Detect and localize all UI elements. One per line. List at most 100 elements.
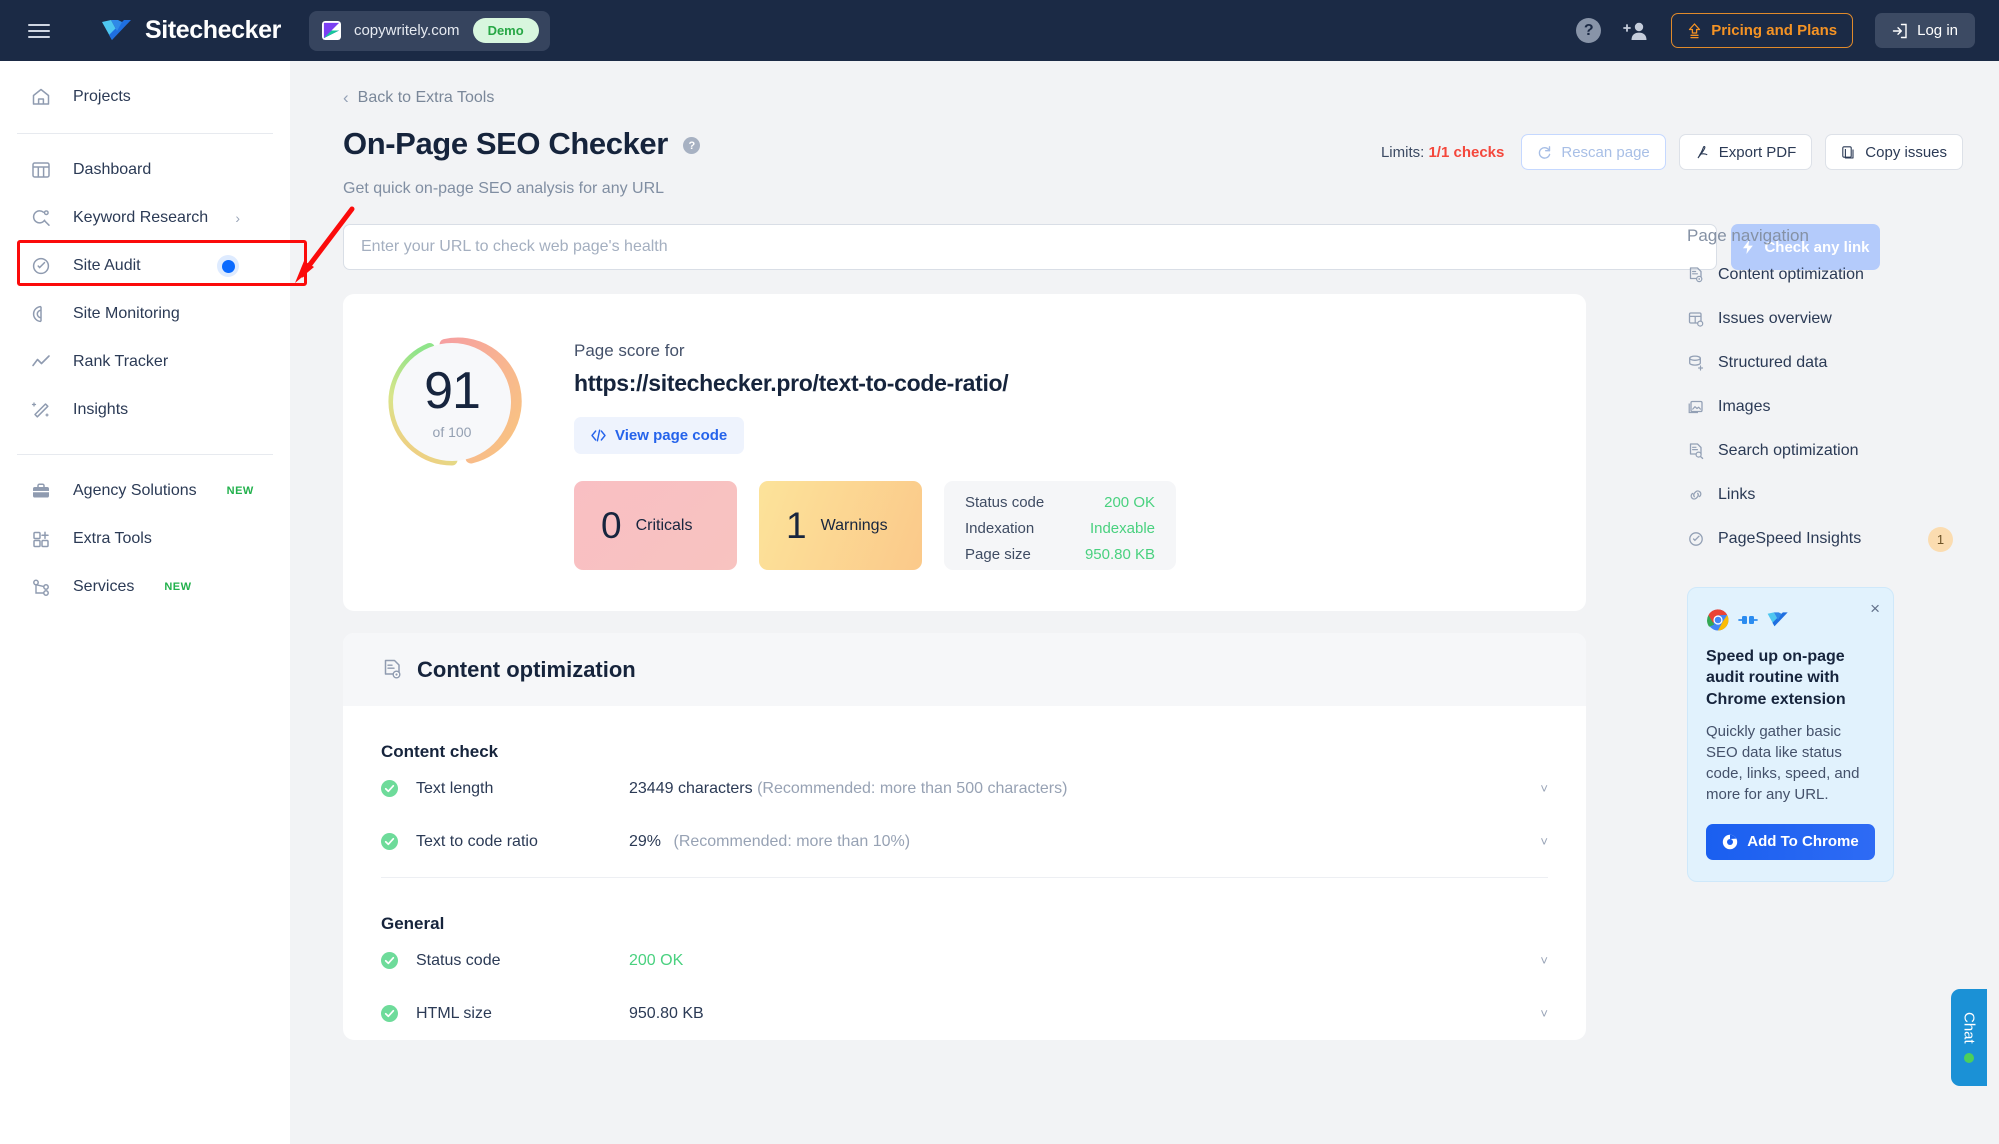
magic-wand-icon [30, 399, 52, 421]
help-icon[interactable]: ? [1576, 18, 1602, 43]
chat-widget-button[interactable]: Chat [1951, 989, 1987, 1086]
score-of-label: of 100 [432, 423, 472, 440]
check-value: 29% (Recommended: more than 10%) [629, 833, 910, 851]
rail-item-content-optimization[interactable]: Content optimization [1687, 260, 1999, 290]
login-label: Log in [1917, 22, 1958, 39]
brand-logo-group[interactable]: Sitechecker [100, 16, 281, 45]
warnings-card[interactable]: 1 Warnings [759, 481, 922, 570]
info-value: 950.80 KB [1084, 546, 1155, 563]
chevron-down-icon[interactable]: ˅ [1540, 781, 1548, 796]
rescan-page-button[interactable]: Rescan page [1521, 134, 1666, 170]
sidebar-item-extra-tools[interactable]: Extra Tools [0, 515, 290, 563]
check-value-note: (Recommended: more than 10%) [673, 832, 911, 850]
site-name: copywritely.com [353, 22, 460, 39]
view-code-label: View page code [615, 427, 728, 444]
sidebar-item-dashboard[interactable]: Dashboard [0, 146, 290, 194]
top-bar: Sitechecker copywritely.com Demo ? Prici… [0, 0, 1999, 61]
new-tag: NEW [164, 581, 192, 593]
apps-plus-icon [30, 528, 52, 550]
sidebar-label: Insights [73, 401, 129, 418]
add-to-chrome-label: Add To Chrome [1747, 833, 1859, 851]
check-value-main: 23449 characters [629, 779, 753, 797]
rail-item-pagespeed-insights[interactable]: PageSpeed Insights 1 [1687, 524, 1999, 554]
rail-item-structured-data[interactable]: Structured data [1687, 348, 1999, 378]
sidebar-item-agency-solutions[interactable]: Agency Solutions NEW [0, 467, 290, 515]
database-icon [1687, 354, 1705, 372]
add-to-chrome-button[interactable]: Add To Chrome [1706, 823, 1875, 860]
doc-search-icon [1687, 442, 1705, 460]
info-key: Status code [965, 494, 1045, 511]
active-indicator-dot [217, 255, 239, 277]
criticals-card[interactable]: 0 Criticals [574, 481, 737, 570]
refresh-icon [1539, 145, 1551, 159]
sidebar-item-keyword-research[interactable]: Keyword Research › [0, 194, 290, 242]
search-input[interactable] [343, 224, 1717, 270]
check-value: 23449 characters (Recommended: more than… [629, 780, 1067, 798]
rail-label: PageSpeed Insights [1718, 530, 1862, 547]
new-tag: NEW [226, 485, 254, 497]
rail-label: Issues overview [1718, 310, 1832, 327]
sidebar-item-site-monitoring[interactable]: Site Monitoring [0, 290, 290, 338]
pricing-label: Pricing and Plans [1711, 22, 1838, 39]
check-row-text-to-code-ratio[interactable]: Text to code ratio 29% (Recommended: mor… [381, 815, 1548, 868]
site-selector-chip[interactable]: copywritely.com Demo [308, 10, 550, 51]
check-row-html-size[interactable]: HTML size 950.80 KB ˅ [381, 987, 1548, 1040]
rail-item-images[interactable]: Images [1687, 392, 1999, 422]
sidebar-item-services[interactable]: Services NEW [0, 563, 290, 611]
sidebar-label: Extra Tools [73, 530, 152, 547]
limits-prefix: Limits: [1380, 143, 1425, 161]
sidebar-item-rank-tracker[interactable]: Rank Tracker [0, 338, 290, 386]
close-icon[interactable]: × [1870, 600, 1880, 617]
chevron-down-icon[interactable]: ˅ [1540, 834, 1548, 849]
sidebar-label: Site Audit [73, 257, 141, 274]
login-button[interactable]: Log in [1875, 13, 1975, 48]
info-row: Status code 200 OK [965, 494, 1155, 511]
sidebar-label: Keyword Research [73, 209, 209, 226]
check-row-text-length[interactable]: Text length 23449 characters (Recommende… [381, 762, 1548, 815]
check-value-main: 29% [629, 832, 662, 850]
scored-url: https://sitechecker.pro/text-to-code-rat… [574, 370, 1009, 396]
sidebar-item-insights[interactable]: Insights [0, 386, 290, 434]
info-row: Page size 950.80 KB [965, 546, 1155, 563]
doc-gear-icon [1687, 266, 1705, 284]
section-header: Content optimization [343, 633, 1586, 706]
content-optimization-section: Content optimization Content check Text … [343, 633, 1586, 1040]
sidebar-item-site-audit[interactable]: Site Audit [0, 242, 290, 290]
view-page-code-button[interactable]: View page code [574, 417, 745, 454]
rail-item-links[interactable]: Links [1687, 480, 1999, 510]
info-value: Indexable [1089, 520, 1155, 537]
page-navigation-rail: Page navigation Content optimization Iss… [1673, 61, 1999, 1144]
image-icon [1687, 398, 1705, 416]
warnings-label: Warnings [820, 516, 888, 534]
rail-label: Structured data [1718, 354, 1828, 371]
rail-label: Images [1718, 398, 1771, 415]
chevron-down-icon[interactable]: ˅ [1540, 1006, 1548, 1021]
promo-description: Quickly gather basic SEO data like statu… [1706, 722, 1860, 803]
chevron-right-icon: › [235, 210, 240, 226]
page-info-box: Status code 200 OK Indexation Indexable … [944, 481, 1176, 570]
layout-issues-icon [1687, 310, 1705, 328]
chat-online-dot [1964, 1052, 1974, 1063]
page-title: On-Page SEO Checker [343, 126, 668, 161]
chevron-down-icon[interactable]: ˅ [1540, 953, 1548, 968]
criticals-label: Criticals [635, 516, 693, 534]
group-title: Content check [381, 742, 499, 761]
rail-item-search-optimization[interactable]: Search optimization [1687, 436, 1999, 466]
title-help-icon[interactable]: ? [683, 137, 701, 155]
pricing-and-plans-button[interactable]: Pricing and Plans [1671, 13, 1854, 48]
rail-item-issues-overview[interactable]: Issues overview [1687, 304, 1999, 334]
code-brackets-icon [591, 429, 606, 442]
sidebar-item-projects[interactable]: Projects [0, 73, 290, 121]
check-row-status-code[interactable]: Status code 200 OK ˅ [381, 934, 1548, 987]
line-chart-icon [30, 351, 52, 373]
check-name: HTML size [416, 1004, 492, 1022]
sitechecker-checkmark-icon [1767, 612, 1788, 627]
chat-label: Chat [1960, 1012, 1978, 1044]
radar-icon [30, 303, 52, 325]
demo-badge: Demo [472, 18, 539, 43]
hamburger-icon[interactable] [28, 18, 54, 44]
add-user-icon[interactable] [1623, 20, 1649, 42]
check-value-note: (Recommended: more than 500 characters) [757, 779, 1068, 797]
score-details: Page score for https://sitechecker.pro/t… [574, 331, 1586, 570]
upgrade-arrow-icon [1689, 22, 1701, 38]
